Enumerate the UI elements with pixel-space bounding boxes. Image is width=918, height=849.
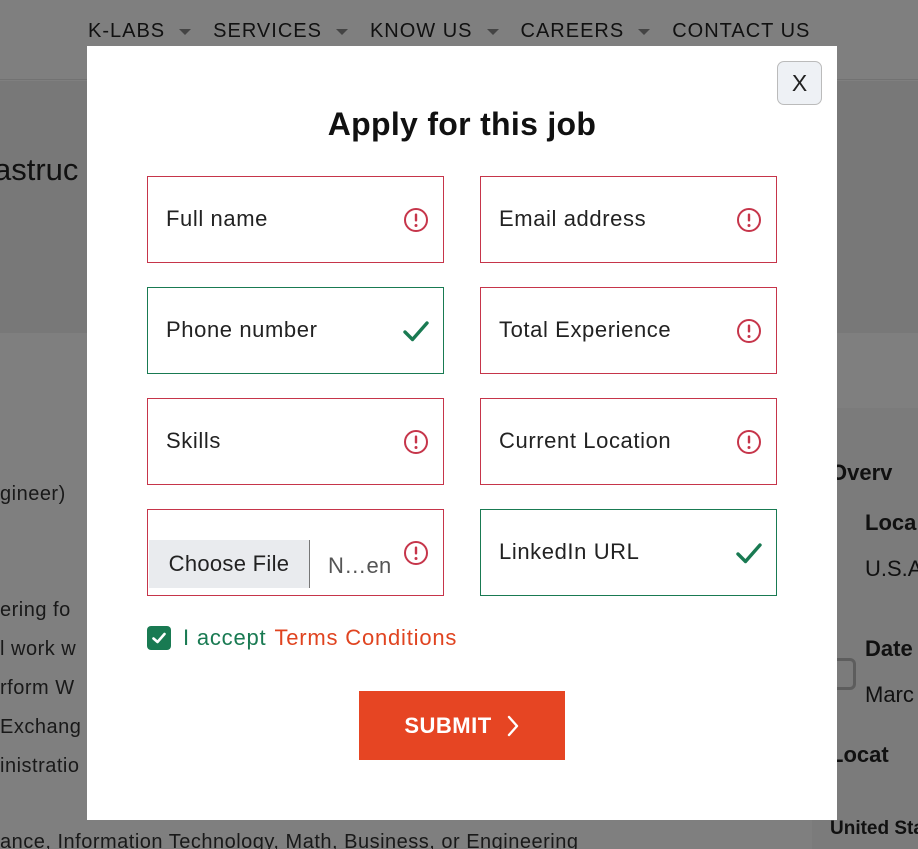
file-name-text: N…en [328, 553, 392, 578]
location-placeholder: Current Location [499, 428, 672, 453]
experience-placeholder: Total Experience [499, 317, 672, 342]
terms-conditions-link[interactable]: Terms Conditions [274, 625, 457, 651]
terms-row: I accept Terms Conditions [147, 625, 457, 651]
submit-label: SUBMIT [404, 712, 492, 738]
terms-checkbox[interactable] [147, 626, 171, 650]
check-icon [736, 543, 762, 564]
phone-field[interactable]: Phone number [147, 287, 444, 374]
linkedin-url-field[interactable]: LinkedIn URL [480, 509, 777, 596]
close-button[interactable]: X [777, 61, 822, 105]
terms-text: I accept [183, 625, 267, 650]
linkedin-placeholder: LinkedIn URL [499, 539, 640, 564]
submit-button[interactable]: SUBMIT [359, 691, 565, 760]
choose-file-button[interactable]: Choose File [149, 540, 310, 588]
apply-job-modal: X Apply for this job Full name Email add… [87, 46, 837, 820]
check-icon [403, 321, 429, 342]
full-name-placeholder: Full name [166, 206, 268, 231]
email-field[interactable]: Email address [480, 176, 777, 263]
error-icon [404, 541, 428, 565]
total-experience-field[interactable]: Total Experience [480, 287, 777, 374]
modal-title: Apply for this job [327, 106, 597, 142]
current-location-field[interactable]: Current Location [480, 398, 777, 485]
skills-field[interactable]: Skills [147, 398, 444, 485]
full-name-field[interactable]: Full name [147, 176, 444, 263]
error-icon [737, 208, 761, 232]
error-icon [404, 430, 428, 454]
phone-placeholder: Phone number [166, 317, 318, 342]
error-icon [737, 319, 761, 343]
checkmark-icon [152, 632, 166, 644]
skills-placeholder: Skills [166, 428, 221, 453]
chevron-right-icon [507, 715, 518, 736]
resume-file-field: Choose File N…en [147, 509, 444, 596]
error-icon [737, 430, 761, 454]
email-placeholder: Email address [499, 206, 647, 231]
error-icon [404, 208, 428, 232]
